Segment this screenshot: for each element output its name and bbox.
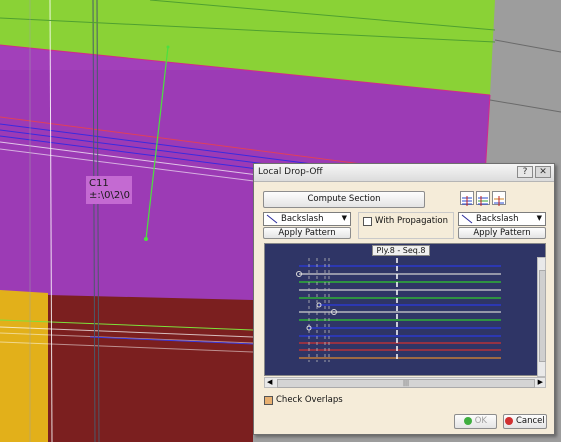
check-overlaps-label: Check Overlaps xyxy=(276,395,343,405)
check-overlaps-checkbox[interactable] xyxy=(264,396,273,405)
compute-section-button[interactable]: Compute Section xyxy=(263,191,425,208)
right-apply-pattern-button[interactable]: Apply Pattern xyxy=(458,227,546,239)
local-drop-off-dialog: Local Drop-Off ? ✕ Compute Section Backs… xyxy=(253,163,555,435)
left-pattern-combo[interactable]: Backslash ▼ xyxy=(263,212,351,226)
with-propagation-checkbox[interactable] xyxy=(363,217,372,226)
vertical-scroll-thumb[interactable] xyxy=(539,270,546,362)
guide-endpoint[interactable] xyxy=(166,45,170,49)
chevron-down-icon: ▼ xyxy=(341,214,347,222)
plot-title: Ply.8 - Seq.8 xyxy=(372,245,430,256)
ok-icon xyxy=(464,416,473,425)
yellow-surface xyxy=(0,290,48,442)
left-apply-pattern-button[interactable]: Apply Pattern xyxy=(263,227,351,239)
scroll-right-arrow-icon[interactable]: ▶ xyxy=(538,378,543,386)
right-pattern-value: Backslash xyxy=(476,214,519,224)
help-button[interactable]: ? xyxy=(517,166,533,178)
ply-annotation[interactable]: C11 ±:\0\2\0 xyxy=(86,176,132,204)
horizontal-scroll-thumb[interactable]: ||| xyxy=(277,379,535,388)
chevron-down-icon: ▼ xyxy=(536,214,542,222)
cancel-button[interactable]: Cancel xyxy=(503,414,547,429)
cancel-label: Cancel xyxy=(515,416,545,426)
ply-section-lines xyxy=(296,258,501,362)
scroll-left-arrow-icon[interactable]: ◀ xyxy=(267,378,272,386)
annotation-line-2: ±:\0\2\0 xyxy=(89,190,130,201)
plot-vertical-scrollbar[interactable] xyxy=(537,257,546,377)
propagation-frame: With Propagation xyxy=(358,212,454,239)
dialog-body: Compute Section Backslash ▼ Apply Patter… xyxy=(254,182,554,434)
dialog-titlebar[interactable]: Local Drop-Off ? ✕ xyxy=(254,164,554,182)
plot-horizontal-scrollbar[interactable]: ◀ ||| ▶ xyxy=(264,377,546,388)
with-propagation-label: With Propagation xyxy=(375,216,448,226)
backslash-icon xyxy=(266,214,278,224)
alignment-view-icon[interactable] xyxy=(492,191,506,206)
annotation-line-1: C11 xyxy=(89,178,109,189)
cancel-icon xyxy=(505,416,514,425)
table-view-icon[interactable] xyxy=(476,191,490,206)
ok-label: OK xyxy=(474,416,487,426)
left-pattern-value: Backslash xyxy=(281,214,324,224)
backslash-icon xyxy=(461,214,473,224)
right-pattern-combo[interactable]: Backslash ▼ xyxy=(458,212,546,226)
ok-button[interactable]: OK xyxy=(454,414,497,429)
section-plot[interactable]: Ply.8 - Seq.8 xyxy=(264,243,546,376)
dialog-title: Local Drop-Off xyxy=(258,167,323,177)
section-view-icon[interactable] xyxy=(460,191,474,206)
guide-point[interactable] xyxy=(144,237,148,241)
close-button[interactable]: ✕ xyxy=(535,166,551,178)
maroon-surface xyxy=(48,295,253,442)
